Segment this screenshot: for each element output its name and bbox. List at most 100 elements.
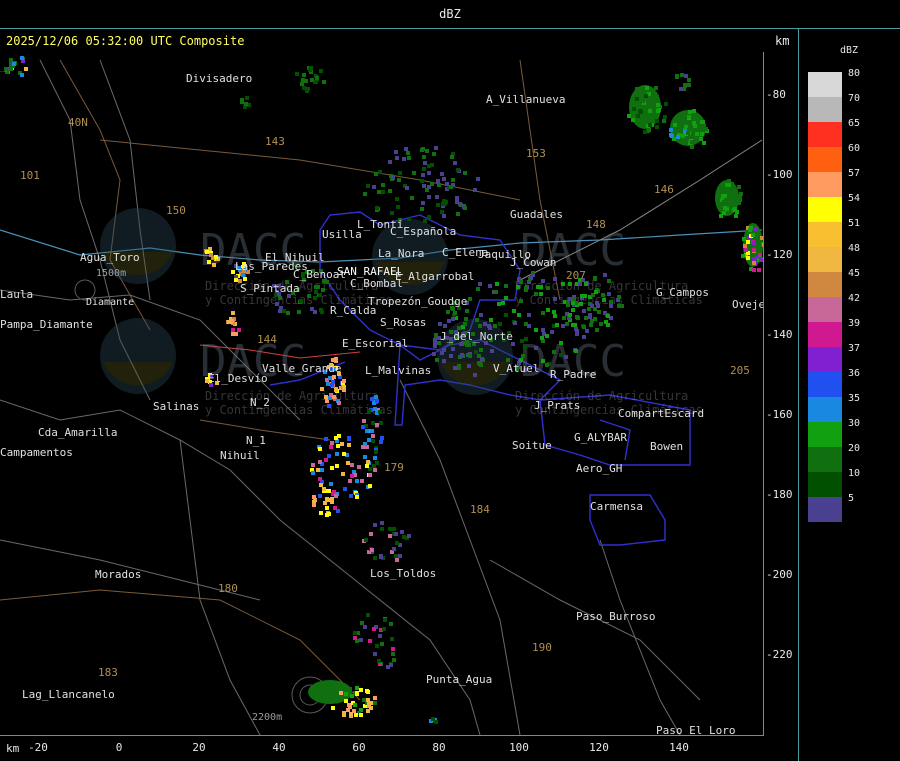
echo-pixel xyxy=(394,150,398,154)
x-tick-label: 140 xyxy=(669,741,689,754)
echo-pixel xyxy=(427,164,431,168)
echo-pixel xyxy=(353,631,357,635)
echo-pixel xyxy=(607,292,611,296)
legend-label: 10 xyxy=(848,468,861,479)
echo-pixel xyxy=(604,320,608,324)
legend-swatch xyxy=(808,472,842,497)
echo-pixel xyxy=(752,268,756,272)
echo-pixel xyxy=(686,131,690,135)
echo-pixel xyxy=(327,489,331,493)
legend-swatch xyxy=(808,322,842,347)
echo-pixel xyxy=(320,310,324,314)
echo-pixel xyxy=(527,324,531,328)
echo-pixel xyxy=(386,665,390,669)
echo-pixel xyxy=(379,421,383,425)
echo-pixel xyxy=(318,460,322,464)
echo-pixel xyxy=(379,440,383,444)
echo-pixel xyxy=(553,277,557,281)
echo-pixel xyxy=(445,182,449,186)
echo-pixel xyxy=(366,184,370,188)
legend-label: 70 xyxy=(848,93,861,104)
echo-pixel xyxy=(373,556,377,560)
echo-pixel xyxy=(680,73,684,77)
x-tick-label: 40 xyxy=(272,741,286,754)
echo-pixel xyxy=(437,183,441,187)
echo-pixel xyxy=(648,109,652,113)
echo-pixel xyxy=(594,290,598,294)
echo-pixel xyxy=(373,523,377,527)
echo-pixel xyxy=(427,215,431,219)
echo-pixel xyxy=(388,189,392,193)
echo-pixel xyxy=(504,284,508,288)
echo-pixel xyxy=(516,285,520,289)
legend-swatch xyxy=(808,97,842,122)
echo-pixel xyxy=(297,310,301,314)
echo-pixel xyxy=(230,319,234,323)
echo-pixel xyxy=(687,78,691,82)
echo-pixel xyxy=(398,171,402,175)
echo-pixel xyxy=(295,72,299,76)
echo-pixel xyxy=(494,290,498,294)
y-tick-label: -220 xyxy=(766,648,793,661)
echo-pixel xyxy=(540,336,544,340)
echo-pixel xyxy=(539,292,543,296)
echo-pixel xyxy=(24,67,28,71)
echo-pixel xyxy=(380,436,384,440)
place-label: Agua_Toro xyxy=(80,251,140,264)
echo-pixel xyxy=(339,691,343,695)
echo-pixel xyxy=(632,107,636,111)
y-tick-label: -120 xyxy=(766,248,793,261)
echo-pixel xyxy=(721,194,725,198)
echo-pixel xyxy=(476,287,480,291)
echo-pixel xyxy=(601,293,605,297)
echo-pixel xyxy=(407,156,411,160)
echo-pixel xyxy=(355,479,359,483)
echo-pixel xyxy=(555,323,559,327)
echo-pixel xyxy=(337,401,341,405)
echo-pixel xyxy=(512,309,516,313)
echo-pixel xyxy=(478,282,482,286)
echo-pixel xyxy=(727,183,731,187)
echo-pixel xyxy=(316,285,320,289)
echo-pixel xyxy=(367,409,371,413)
legend-swatch xyxy=(808,172,842,197)
echo-pixel xyxy=(427,195,431,199)
echo-pixel xyxy=(479,313,483,317)
radar-map[interactable]: DACC DACC DACC DACC Dirección de Agricul… xyxy=(0,52,763,735)
echo-pixel xyxy=(378,634,382,638)
y-tick-label: -100 xyxy=(766,168,793,181)
legend-label: 54 xyxy=(848,193,861,204)
echo-pixel xyxy=(693,124,697,128)
place-label: 40N xyxy=(68,116,88,129)
echo-pixel xyxy=(371,421,375,425)
echo-pixel xyxy=(634,103,638,107)
legend-unit-label: dBZ xyxy=(840,45,859,56)
echo-pixel xyxy=(395,156,399,160)
echo-pixel xyxy=(369,701,373,705)
echo-pixel xyxy=(360,479,364,483)
echo-pixel xyxy=(453,161,457,165)
legend-label: 65 xyxy=(848,118,861,129)
echo-pixel xyxy=(370,429,374,433)
echo-pixel xyxy=(475,318,479,322)
unit-label-top: km xyxy=(775,34,790,48)
place-label: Morados xyxy=(95,568,141,581)
echo-pixel xyxy=(450,155,454,159)
y-tick-label: -200 xyxy=(766,568,793,581)
echo-pixel xyxy=(324,395,328,399)
echo-pixel xyxy=(361,425,365,429)
echo-pixel xyxy=(402,157,406,161)
echo-pixel xyxy=(440,172,444,176)
echo-pixel xyxy=(302,73,306,77)
echo-pixel xyxy=(347,443,351,447)
echo-pixel xyxy=(655,95,659,99)
echo-pixel xyxy=(312,495,316,499)
echo-pixel xyxy=(681,134,685,138)
echo-pixel xyxy=(582,335,586,339)
echo-pixel xyxy=(394,554,398,558)
echo-pixel xyxy=(370,548,374,552)
echo-pixel xyxy=(536,285,540,289)
echo-pixel xyxy=(762,243,763,247)
echo-pixel xyxy=(396,205,400,209)
echo-pixel xyxy=(673,123,677,127)
